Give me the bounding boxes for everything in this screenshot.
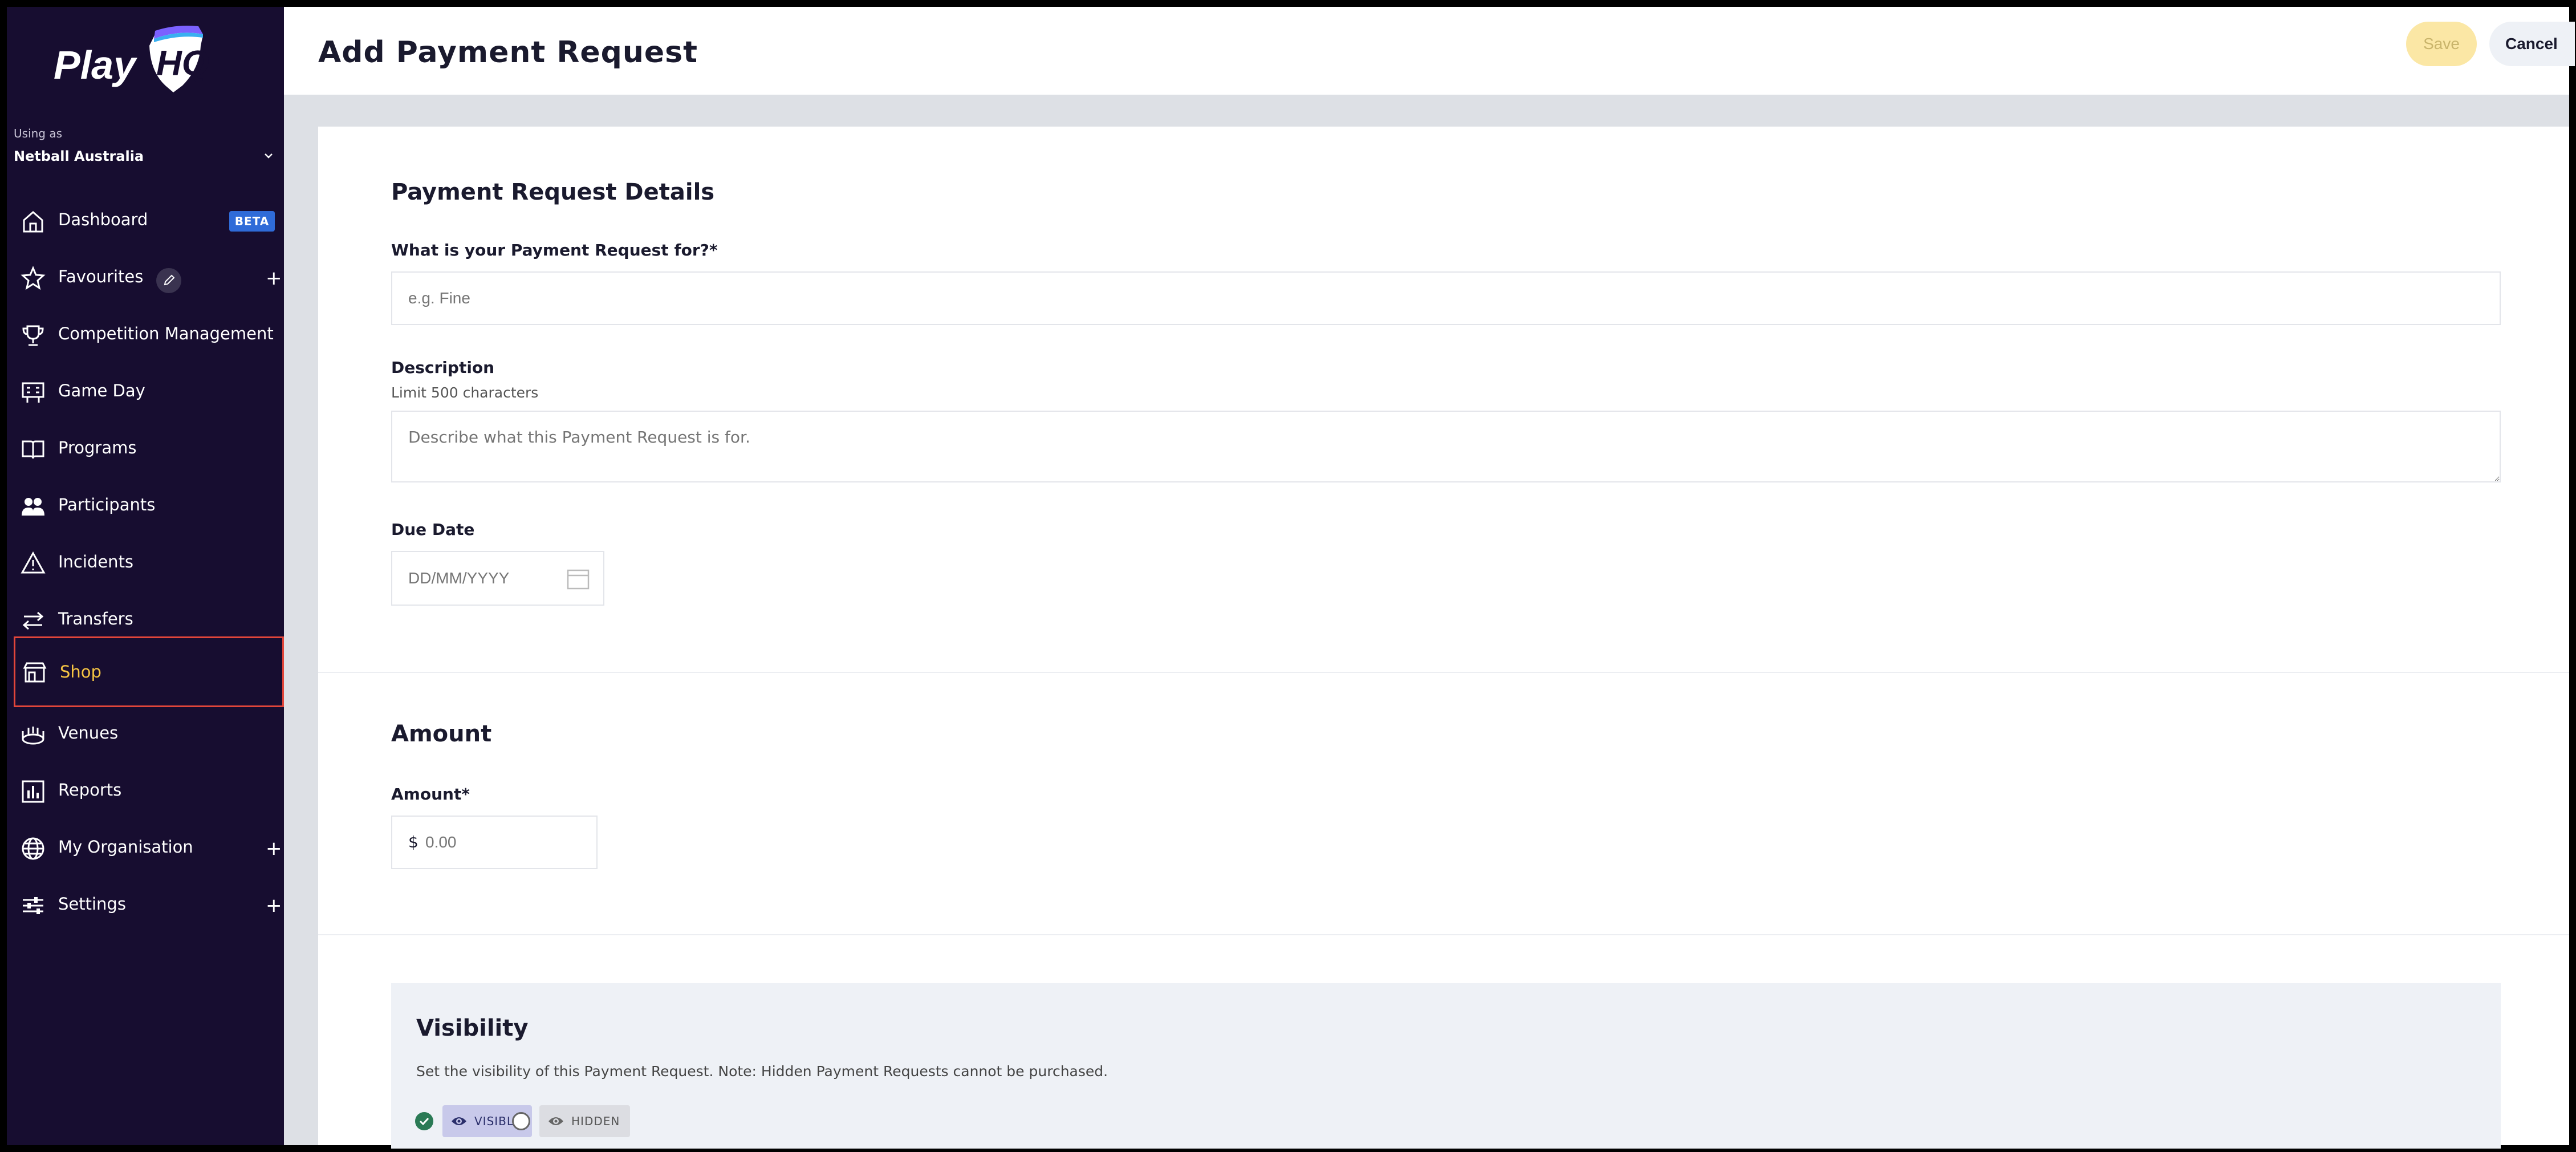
section-divider [318,934,2569,935]
page-header: Add Payment Request Save Cancel [284,7,2575,95]
amount-input[interactable] [423,817,594,868]
cancel-button[interactable]: Cancel [2489,22,2575,66]
sidebar-item-favourites[interactable]: Favourites + [14,245,284,309]
beta-badge: BETA [229,211,275,232]
edit-favourites-button[interactable] [156,268,181,293]
payment-for-input[interactable] [391,271,2501,325]
visibility-panel: Visibility Set the visibility of this Pa… [391,983,2501,1149]
sidebar-item-label: Reports [58,780,122,800]
sliders-icon [23,897,43,914]
sidebar-item-incidents[interactable]: Incidents [14,530,284,594]
sidebar-item-programs[interactable]: Programs [14,416,284,480]
visible-radio-selected[interactable] [415,1112,433,1130]
globe-icon [22,837,44,860]
chevron-down-icon [265,153,273,159]
sidebar-item-label: Venues [58,723,119,743]
calendar-icon[interactable] [567,568,590,590]
expand-my-organisation-button[interactable]: + [266,837,282,860]
checkmark-icon [419,1117,429,1126]
visibility-title: Visibility [416,1015,529,1041]
store-icon [23,662,47,683]
report-chart-icon [22,780,44,803]
sidebar-item-reports[interactable]: Reports [14,758,284,822]
main-content: Payment Request Details What is your Pay… [284,95,2569,1149]
scoreboard-icon [22,382,44,403]
sidebar-item-label: Competition Management [58,324,274,343]
sidebar: Play HQ Using as Netball Australia Dashb… [7,7,284,1145]
description-textarea[interactable] [391,411,2501,482]
playhq-logo[interactable]: Play HQ [54,23,219,103]
amount-section-title: Amount [391,721,492,747]
eye-icon [452,1117,466,1125]
arrows-left-right-icon [22,611,44,630]
sidebar-item-label: Shop [60,662,101,682]
description-label: Description [391,358,495,377]
home-icon [23,211,43,233]
warning-icon [21,551,46,574]
page-title: Add Payment Request [318,35,698,70]
sidebar-item-label: My Organisation [58,837,193,857]
amount-label: Amount* [391,785,470,804]
sidebar-item-label: Settings [58,894,126,914]
star-icon [21,266,46,290]
sidebar-item-label: Game Day [58,381,145,400]
app-frame: Play HQ Using as Netball Australia Dashb… [0,0,2576,1152]
stadium-icon [22,727,44,745]
organisation-selector[interactable]: Netball Australia [14,148,277,165]
sidebar-item-my-organisation[interactable]: My Organisation + [14,816,284,879]
due-date-input[interactable] [392,552,552,605]
due-date-label: Due Date [391,520,475,539]
sidebar-item-shop[interactable]: Shop [14,636,284,707]
sidebar-item-label: Favourites [58,267,144,286]
section-divider [318,672,2569,673]
currency-symbol: $ [408,833,419,851]
payment-for-label: What is your Payment Request for?* [391,241,718,259]
save-button[interactable]: Save [2406,22,2477,66]
expand-settings-button[interactable]: + [266,894,282,917]
details-section-title: Payment Request Details [391,179,715,205]
organisation-name: Netball Australia [14,148,144,164]
expand-favourites-button[interactable]: + [266,267,282,290]
sidebar-item-participants[interactable]: Participants [14,473,284,537]
sidebar-item-label: Incidents [58,552,134,571]
sidebar-item-label: Transfers [58,609,133,628]
hidden-option[interactable]: HIDDEN [539,1105,631,1137]
sidebar-item-settings[interactable]: Settings + [14,873,284,936]
sidebar-item-dashboard[interactable]: Dashboard BETA [14,188,284,252]
sidebar-item-label: Dashboard [58,210,148,229]
svg-text:Play: Play [54,43,137,87]
eye-off-icon [548,1117,563,1125]
sidebar-item-label: Programs [58,438,137,457]
pencil-icon [164,274,175,286]
payment-request-form: Payment Request Details What is your Pay… [318,127,2569,1149]
sidebar-item-competition-management[interactable]: Competition Management [14,302,284,366]
hidden-radio[interactable] [512,1112,530,1130]
hidden-option-label: HIDDEN [571,1114,620,1128]
visibility-description: Set the visibility of this Payment Reque… [416,1063,1108,1080]
sidebar-item-label: Participants [58,495,156,514]
description-hint: Limit 500 characters [391,384,539,401]
users-icon [22,498,44,516]
due-date-field[interactable] [391,551,604,606]
using-as-label: Using as [14,127,63,140]
trophy-icon [22,325,44,346]
book-open-icon [22,440,44,459]
svg-text:HQ: HQ [156,44,209,83]
sidebar-item-game-day[interactable]: Game Day [14,359,284,423]
amount-field[interactable]: $ [391,816,598,869]
sidebar-item-venues[interactable]: Venues [14,701,284,765]
